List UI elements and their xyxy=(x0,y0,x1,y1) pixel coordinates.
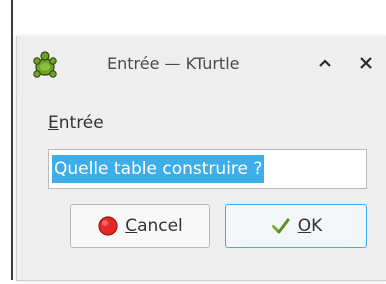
title-bar: Entrée — KTurtle xyxy=(17,36,386,92)
window-title: Entrée — KTurtle xyxy=(107,54,240,73)
close-button[interactable] xyxy=(355,52,377,74)
background-window-edge xyxy=(11,0,13,280)
kturtle-turtle-icon xyxy=(33,51,57,78)
cancel-red-dot-icon xyxy=(98,216,118,236)
ok-button-mnemonic: O xyxy=(297,216,312,236)
ok-button[interactable]: OK xyxy=(225,204,367,248)
chevron-up-icon xyxy=(319,59,331,67)
cancel-button-label: Cancel xyxy=(125,216,183,236)
close-icon xyxy=(360,57,372,69)
text-input-field[interactable]: Quelle table construire ? xyxy=(48,149,367,189)
ok-check-icon xyxy=(271,218,290,234)
input-dialog: Entrée — KTurtle Entrée Quelle table con… xyxy=(16,36,386,281)
input-label-mnemonic: E xyxy=(48,113,59,133)
cancel-button[interactable]: Cancel xyxy=(70,204,210,248)
ok-button-label: OK xyxy=(298,216,323,236)
cancel-button-mnemonic: C xyxy=(125,216,138,236)
input-label-rest: ntrée xyxy=(58,113,104,133)
input-label: Entrée xyxy=(48,113,104,133)
ok-button-label-rest: K xyxy=(311,216,323,236)
selected-input-text: Quelle table construire ? xyxy=(52,155,265,183)
cancel-button-label-rest: ancel xyxy=(137,216,183,236)
maximize-button[interactable] xyxy=(314,52,336,74)
